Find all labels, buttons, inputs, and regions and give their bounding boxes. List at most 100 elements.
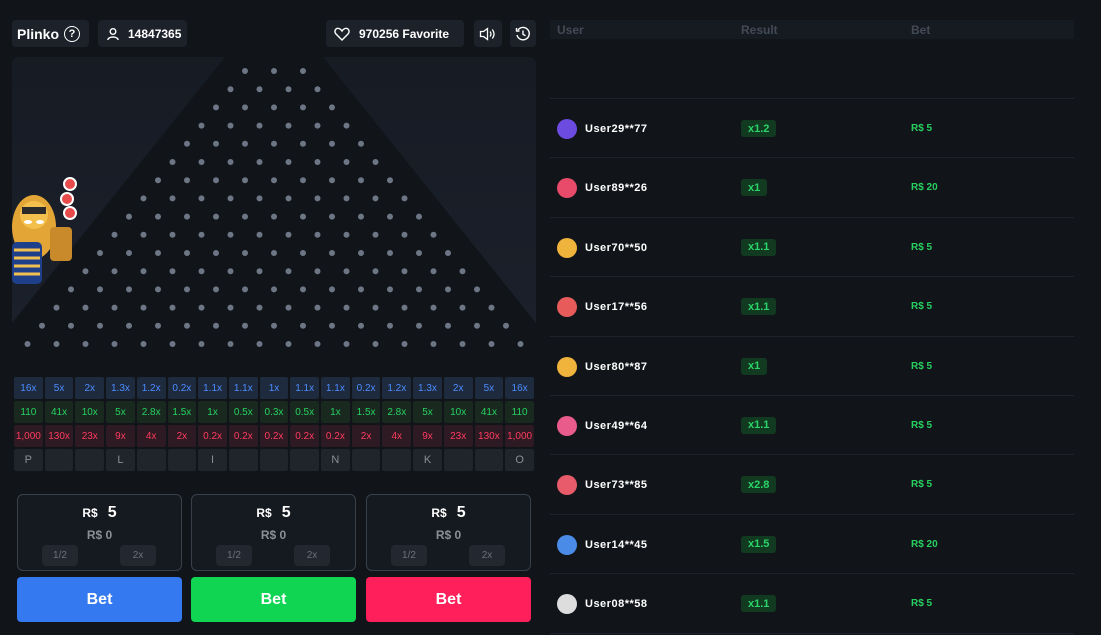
- peg: [155, 213, 161, 220]
- peg: [271, 140, 277, 147]
- result-badge: x1.1: [741, 238, 777, 256]
- half-bet-button[interactable]: 1/2: [216, 545, 252, 566]
- multiplier-slot: 110: [505, 401, 534, 423]
- peg: [285, 86, 292, 93]
- multiplier-slot: 23x: [75, 425, 105, 447]
- peg: [256, 86, 263, 93]
- table-row: User70**50 x1.1 R$ 5: [550, 218, 1074, 278]
- peg: [300, 177, 306, 184]
- multiplier-slot: 110: [14, 401, 43, 423]
- multiplier-slot: 0.2x: [167, 377, 197, 399]
- peg: [126, 286, 132, 293]
- multiplier-slot: 2.8x: [382, 401, 412, 423]
- column-header-bet: Bet: [911, 22, 931, 37]
- peg: [271, 177, 277, 184]
- peg: [169, 159, 176, 165]
- peg: [430, 231, 437, 238]
- peg: [198, 304, 205, 311]
- result-badge: x1.1: [741, 416, 777, 434]
- peg: [184, 322, 190, 329]
- peg: [285, 268, 292, 275]
- multiplier-slot: 130x: [474, 425, 504, 447]
- peg: [198, 231, 205, 238]
- sound-button[interactable]: [474, 20, 502, 47]
- result-badge: x1.1: [741, 595, 777, 613]
- multiplier-slot: 1.5x: [351, 401, 381, 423]
- bet-button-green[interactable]: Bet: [191, 577, 356, 622]
- peg: [227, 195, 234, 202]
- peg: [213, 213, 219, 220]
- bet-amount-display[interactable]: R$ 5: [192, 504, 355, 522]
- peg: [198, 341, 205, 347]
- bet-amount-display[interactable]: R$ 5: [367, 504, 530, 522]
- peg: [329, 286, 335, 293]
- peg: [140, 231, 147, 238]
- multiplier-slot: [382, 449, 412, 471]
- peg: [242, 213, 248, 220]
- double-bet-button[interactable]: 2x: [120, 545, 156, 566]
- peg: [372, 268, 379, 275]
- favorite-button[interactable]: 970256 Favorite: [326, 20, 464, 47]
- peg: [97, 322, 103, 329]
- peg: [155, 250, 161, 256]
- multiplier-slot: 0.2x: [321, 425, 350, 447]
- multiplier-slot: 5x: [44, 377, 74, 399]
- bet-value: R$ 5: [911, 419, 933, 431]
- peg: [459, 341, 466, 347]
- board-right-panel: [323, 57, 536, 323]
- multiplier-slot: 1x: [198, 401, 227, 423]
- multiplier-slot: [290, 449, 320, 471]
- table-row: User80**87 x1 R$ 5: [550, 337, 1074, 396]
- peg: [358, 177, 364, 184]
- peg: [300, 213, 306, 220]
- peg: [343, 122, 350, 129]
- user-chip[interactable]: 14847365: [98, 20, 187, 47]
- peg: [242, 286, 248, 293]
- user-name: User70**50: [585, 241, 648, 254]
- table-row: User73**85 x2.8 R$ 5: [550, 455, 1074, 515]
- multiplier-slot: 5x: [106, 401, 135, 423]
- bet-value: R$ 5: [911, 241, 933, 253]
- question-circle-icon[interactable]: ?: [64, 25, 81, 42]
- multiplier-slot: P: [14, 449, 43, 471]
- peg: [213, 286, 219, 293]
- multiplier-slot: 9x: [106, 425, 135, 447]
- peg: [300, 286, 306, 293]
- multiplier-slot: 1.2x: [382, 377, 412, 399]
- peg: [169, 341, 176, 347]
- multiplier-slot: 10x: [443, 401, 473, 423]
- peg: [271, 104, 277, 111]
- multiplier-slot: 5x: [474, 377, 504, 399]
- peg: [227, 304, 234, 311]
- peg: [53, 341, 60, 347]
- multiplier-slot: 0.2x: [228, 425, 258, 447]
- half-bet-button[interactable]: 1/2: [391, 545, 427, 566]
- peg: [111, 341, 118, 347]
- multiplier-slot: 1.3x: [106, 377, 135, 399]
- multiplier-slot: 1x: [259, 377, 289, 399]
- bet-amount-display[interactable]: R$ 5: [18, 504, 181, 522]
- peg: [300, 68, 306, 74]
- favorite-count: 970256 Favorite: [359, 26, 450, 41]
- multiplier-slots: 16x 5x 2x 1.3x 1.2x 0.2x 1.1x 1.1x 1x 1.1x 1.1x 0.2…: [14, 377, 534, 473]
- peg: [459, 304, 466, 311]
- bet-history-table: User Result Bet User29**77 x1.2 R$ 5 User89…: [550, 20, 1074, 634]
- peg: [358, 322, 364, 329]
- peg: [358, 213, 364, 220]
- peg: [213, 104, 219, 111]
- bet-button-red[interactable]: Bet: [366, 577, 531, 622]
- table-header: User Result Bet: [550, 20, 1074, 39]
- multiplier-slot: 16x: [505, 377, 534, 399]
- history-button[interactable]: [510, 20, 536, 47]
- peg: [227, 159, 234, 165]
- game-title-chip[interactable]: Plinko ?: [12, 20, 89, 47]
- multiplier-slot: 41x: [474, 401, 504, 423]
- peg: [169, 268, 176, 275]
- peg: [227, 231, 234, 238]
- double-bet-button[interactable]: 2x: [469, 545, 505, 566]
- double-bet-button[interactable]: 2x: [294, 545, 330, 566]
- bet-button-blue[interactable]: Bet: [17, 577, 182, 622]
- half-bet-button[interactable]: 1/2: [42, 545, 78, 566]
- peg: [430, 304, 437, 311]
- multiplier-slot: 0.2x: [290, 425, 320, 447]
